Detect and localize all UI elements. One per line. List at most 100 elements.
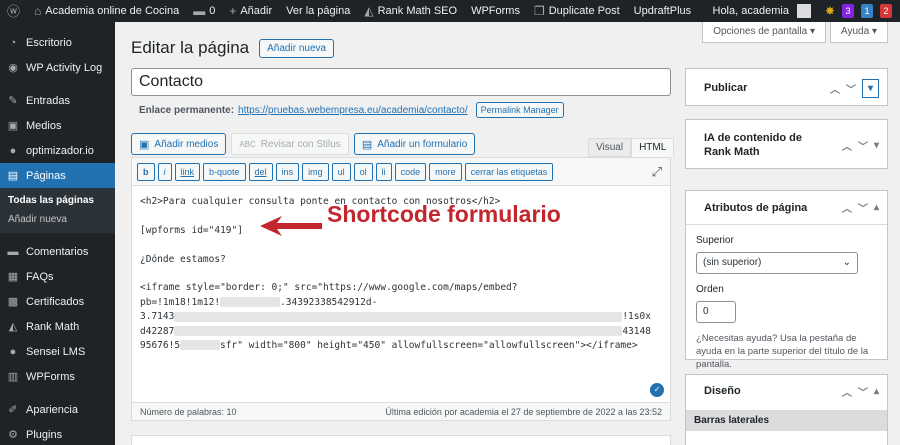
next-metabox [131,435,671,445]
code-textarea[interactable]: <h2>Para cualquier consulta ponte en con… [132,186,670,402]
submenu-add-new[interactable]: Añadir nueva [0,210,115,229]
help-button[interactable]: Ayuda ▾ [830,22,888,43]
move-up-icon[interactable]: ︿ [842,384,852,399]
add-new-button[interactable]: Añadir nueva [259,38,335,58]
screen-options-button[interactable]: Opciones de pantalla ▾ [702,22,826,43]
qt-ins-button[interactable]: ins [275,162,300,181]
qt-li-button[interactable]: li [375,162,392,181]
design-box: Diseño ︿ ﹀ ▴ Barras laterales [685,374,888,445]
pages-icon: ▤ [7,170,19,182]
screen-meta-links: Opciones de pantalla ▾ Ayuda ▾ [702,22,888,43]
order-input[interactable]: 0 [696,301,736,323]
my-account-link[interactable]: Hola, academia [706,0,818,22]
move-down-icon[interactable]: ﹀ [858,200,868,215]
move-up-icon[interactable]: ︿ [830,81,840,96]
last-edit-info: Última edición por academia el 27 de sep… [385,406,662,417]
qt-code-button[interactable]: code [394,162,427,181]
pin-icon: ✎ [8,95,18,107]
word-count: Número de palabras: 10 [140,406,237,417]
sidebar-item-comentarios[interactable]: ▬ Comentarios [0,239,115,264]
page-title: Editar la página [131,38,250,57]
review-stilus-button[interactable]: ABC Revisar con Stilus [231,133,349,155]
code-line: pb=!1m18!1m12! .34392338542912d- [140,296,378,308]
parent-select[interactable]: (sin superior) ⌄ [696,252,858,274]
sidebar-item-certificados[interactable]: ▩ Certificados [0,289,115,314]
sidebar-item-paginas[interactable]: ▤ Páginas [0,163,115,188]
admin-bar: ⓦ ⌂ Academia online de Cocina ▬ 0 + Añad… [0,0,900,22]
certificates-icon: ▩ [7,296,19,308]
updraftplus-link[interactable]: UpdraftPlus [627,0,698,22]
sidebar-item-plugins[interactable]: ⚙ Plugins [0,422,115,445]
post-title-input[interactable] [131,68,671,96]
qt-del-button[interactable]: del [248,162,273,181]
sidebars-section: Barras laterales [686,410,887,431]
qt-ol-button[interactable]: ol [353,162,373,181]
tab-html[interactable]: HTML [631,138,675,157]
qt-more-button[interactable]: more [429,162,462,181]
qt-blockquote-button[interactable]: b-quote [203,162,246,181]
add-media-button[interactable]: ▣ Añadir medios [131,133,227,155]
attributes-box-title: Atributos de página [704,201,808,214]
activity-log-icon: ◉ [8,62,18,74]
move-up-icon[interactable]: ︿ [842,200,852,215]
faqs-icon: ▦ [7,271,19,283]
move-up-icon[interactable]: ︿ [842,138,852,153]
qt-link-button[interactable]: link [174,162,201,181]
add-form-button[interactable]: ▤ Añadir un formulario [353,133,476,155]
sensei-icon: ● [9,345,17,358]
submenu-all-pages[interactable]: Todas las páginas [0,191,115,210]
code-line: <iframe style="border: 0;" src="https://… [140,282,518,294]
qt-bold-button[interactable]: b [137,162,155,181]
media-buttons: ▣ Añadir medios ABC Revisar con Stilus ▤ Añ… [131,133,476,155]
blurred-text [220,297,281,308]
qt-italic-button[interactable]: i [157,162,172,181]
comments-link[interactable]: ▬ 0 [186,0,222,22]
wordpress-logo-icon[interactable]: ⓦ [0,0,27,22]
chevron-down-icon: ▾ [809,26,815,37]
quicktags-toolbar: b i link b-quote del ins img ul ol li co… [132,158,670,186]
collapse-panel-icon[interactable]: ▴ [874,386,879,397]
notification-badges[interactable]: ✸ 3 1 2 [818,0,900,22]
sidebar-item-faqs[interactable]: ▦ FAQs [0,264,115,289]
main-content: Opciones de pantalla ▾ Ayuda ▾ Editar la… [115,22,900,445]
move-down-icon[interactable]: ﹀ [858,384,868,399]
tab-visual[interactable]: Visual [588,138,632,157]
view-page-link[interactable]: Ver la página [279,0,357,22]
ai-box-title: IA de contenido de Rank Math [704,132,802,158]
qt-close-tags-button[interactable]: cerrar las etiquetas [464,162,554,181]
sidebar-item-optimizador[interactable]: ● optimizador.io [0,138,115,163]
sidebar-item-medios[interactable]: ▣ Medios [0,113,115,138]
sidebar-item-apariencia[interactable]: ✐ Apariencia [0,397,115,422]
qt-img-button[interactable]: img [302,162,329,181]
code-line: ¿Dónde estamos? [140,253,226,265]
design-box-title: Diseño [704,385,741,397]
site-name-link[interactable]: ⌂ Academia online de Cocina [27,0,186,22]
new-content-link[interactable]: + Añadir [222,0,279,22]
sidebar-item-activity-log[interactable]: ◉ WP Activity Log [0,55,115,80]
move-down-icon[interactable]: ﹀ [858,138,868,153]
blurred-text [180,340,221,351]
permalink-row: Enlace permanente: https://pruebas.webem… [139,102,564,118]
toggle-panel-icon[interactable]: ▾ [874,140,879,151]
collapse-panel-icon[interactable]: ▴ [874,202,879,213]
chevron-down-icon: ▾ [871,26,877,37]
annotation-label: Shortcode formulario [327,201,561,227]
sidebar-item-rank-math[interactable]: ◭ Rank Math [0,314,115,339]
qt-ul-button[interactable]: ul [331,162,351,181]
fullscreen-icon[interactable]: ⤢ [652,165,662,178]
sidebar-item-escritorio[interactable]: ◔ Escritorio [0,30,115,55]
wpforms-link[interactable]: WPForms [464,0,527,22]
appearance-icon: ✐ [8,404,18,416]
sidebar-item-wpforms[interactable]: ▥ WPForms [0,364,115,389]
sidebar-item-entradas[interactable]: ✎ Entradas [0,88,115,113]
move-down-icon[interactable]: ﹀ [846,81,856,96]
duplicate-post-link[interactable]: ❐ Duplicate Post [527,0,627,22]
sidebar-item-sensei[interactable]: ● Sensei LMS [0,339,115,364]
permalink-label: Enlace permanente: [139,104,235,116]
blurred-text [174,311,623,322]
notification-badge: 3 [842,4,854,18]
permalink-manager-button[interactable]: Permalink Manager [475,102,564,118]
rank-math-seo-link[interactable]: ◭ Rank Math SEO [357,0,464,22]
permalink-url-link[interactable]: https://pruebas.webempresa.eu/academia/c… [238,105,468,116]
toggle-panel-icon[interactable]: ▾ [861,78,879,98]
